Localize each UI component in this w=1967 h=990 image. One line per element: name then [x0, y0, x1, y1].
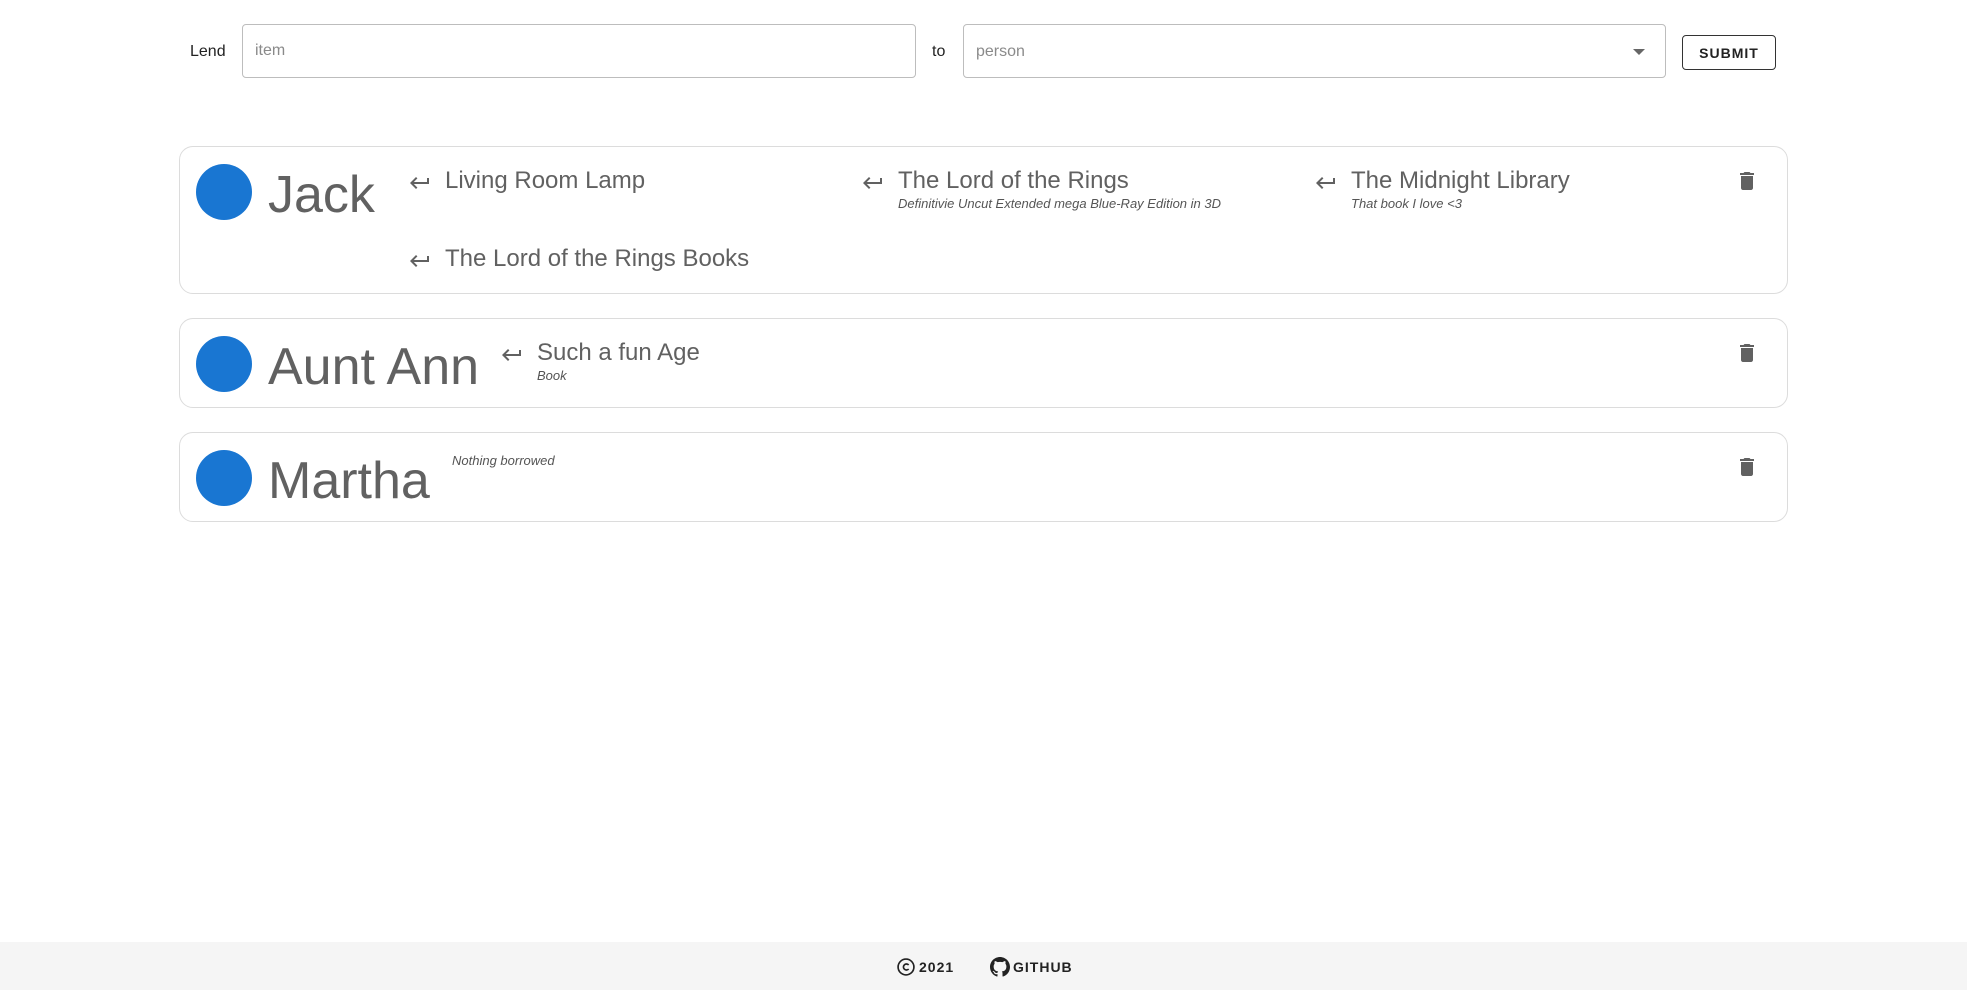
trash-icon[interactable] — [1735, 341, 1759, 365]
github-link[interactable]: GITHUB — [990, 956, 1073, 978]
person-name: Jack — [268, 166, 375, 224]
keyboard-return-icon[interactable] — [1314, 171, 1338, 195]
to-label: to — [932, 43, 946, 60]
person-name: Martha — [268, 452, 430, 510]
person-name: Aunt Ann — [268, 338, 480, 396]
keyboard-return-icon[interactable] — [408, 249, 432, 273]
person-card-jack: Jack Living Room Lamp The Lord of the Ri… — [179, 146, 1788, 294]
copyright-icon — [897, 958, 915, 976]
footer: 2021 GITHUB — [0, 942, 1967, 990]
person-select[interactable]: person — [963, 24, 1666, 78]
avatar — [196, 336, 252, 392]
person-card-martha: Martha Nothing borrowed — [179, 432, 1788, 522]
loan-title: The Lord of the Rings — [898, 167, 1129, 194]
copyright-year: 2021 — [919, 959, 955, 975]
trash-icon[interactable] — [1735, 169, 1759, 193]
github-label: GITHUB — [1013, 959, 1073, 975]
loan-title: Such a fun Age — [537, 339, 700, 366]
keyboard-return-icon[interactable] — [408, 171, 432, 195]
nothing-borrowed-text: Nothing borrowed — [452, 453, 555, 468]
loan-description: Definitivie Uncut Extended mega Blue-Ray… — [898, 196, 1222, 211]
loan-description: That book I love <3 — [1351, 196, 1462, 211]
loan-title: The Lord of the Rings Books — [445, 245, 750, 272]
loan-title: The Midnight Library — [1351, 167, 1570, 194]
lend-form: Lend to person SUBMIT — [0, 0, 1967, 80]
avatar — [196, 164, 252, 220]
submit-button[interactable]: SUBMIT — [1682, 35, 1776, 70]
loan-description: Book — [537, 368, 567, 383]
trash-icon[interactable] — [1735, 455, 1759, 479]
copyright-link[interactable]: 2021 — [896, 956, 954, 978]
github-icon — [990, 957, 1010, 977]
keyboard-return-icon[interactable] — [500, 343, 524, 367]
item-input[interactable] — [242, 24, 916, 78]
loan-title: Living Room Lamp — [445, 167, 646, 194]
person-card-aunt-ann: Aunt Ann Such a fun Age Book — [179, 318, 1788, 408]
caret-down-icon — [1633, 49, 1645, 55]
person-placeholder: person — [976, 43, 1025, 60]
lend-label: Lend — [190, 43, 226, 60]
avatar — [196, 450, 252, 506]
keyboard-return-icon[interactable] — [861, 171, 885, 195]
